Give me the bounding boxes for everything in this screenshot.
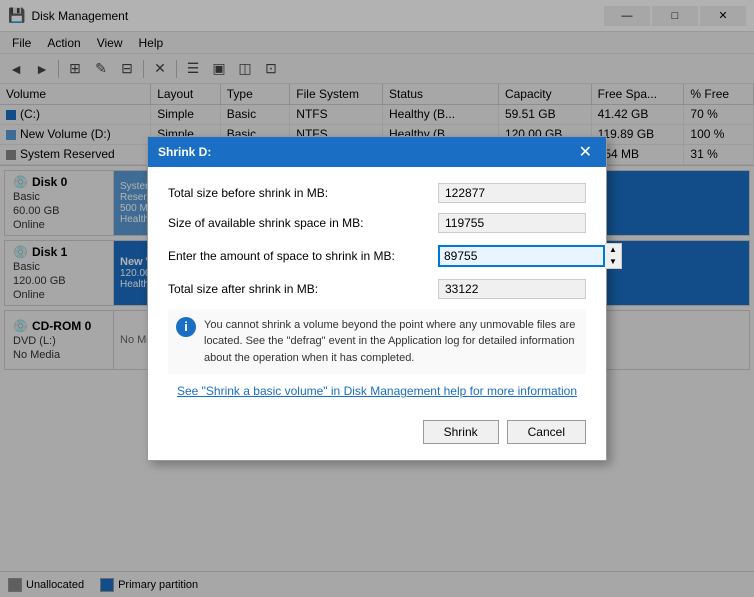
dialog-info-box: i You cannot shrink a volume beyond the … (168, 309, 586, 375)
total-size-label: Total size before shrink in MB: (168, 186, 438, 200)
dialog-title-bar: Shrink D: ✕ (148, 137, 606, 167)
info-icon: i (176, 317, 196, 337)
cancel-button[interactable]: Cancel (507, 420, 586, 444)
spinner-up-button[interactable]: ▲ (605, 244, 621, 256)
shrink-input-wrap: ▲ ▼ (438, 243, 622, 269)
dialog-row-1: Total size before shrink in MB: 122877 (168, 183, 586, 203)
dialog-help-link[interactable]: See "Shrink a basic volume" in Disk Mana… (168, 384, 586, 398)
shrink-button[interactable]: Shrink (423, 420, 499, 444)
result-value: 33122 (438, 279, 586, 299)
total-size-value: 122877 (438, 183, 586, 203)
dialog-row-2: Size of available shrink space in MB: 11… (168, 213, 586, 233)
dialog-result-row: Total size after shrink in MB: 33122 (168, 279, 586, 299)
dialog-close-button[interactable]: ✕ (575, 142, 596, 162)
dialog-body: Total size before shrink in MB: 122877 S… (148, 167, 606, 461)
dialog-overlay: Shrink D: ✕ Total size before shrink in … (0, 0, 754, 597)
info-text: You cannot shrink a volume beyond the po… (204, 317, 578, 367)
dialog-buttons: Shrink Cancel (168, 412, 586, 444)
shrink-amount-input[interactable] (438, 245, 605, 267)
result-label: Total size after shrink in MB: (168, 282, 438, 296)
shrink-amount-label: Enter the amount of space to shrink in M… (168, 249, 438, 263)
available-shrink-value: 119755 (438, 213, 586, 233)
available-shrink-label: Size of available shrink space in MB: (168, 216, 438, 230)
shrink-dialog: Shrink D: ✕ Total size before shrink in … (147, 136, 607, 462)
spinner-down-button[interactable]: ▼ (605, 256, 621, 268)
dialog-input-row: Enter the amount of space to shrink in M… (168, 243, 586, 269)
dialog-title: Shrink D: (158, 145, 575, 159)
spinner-buttons: ▲ ▼ (605, 243, 622, 269)
